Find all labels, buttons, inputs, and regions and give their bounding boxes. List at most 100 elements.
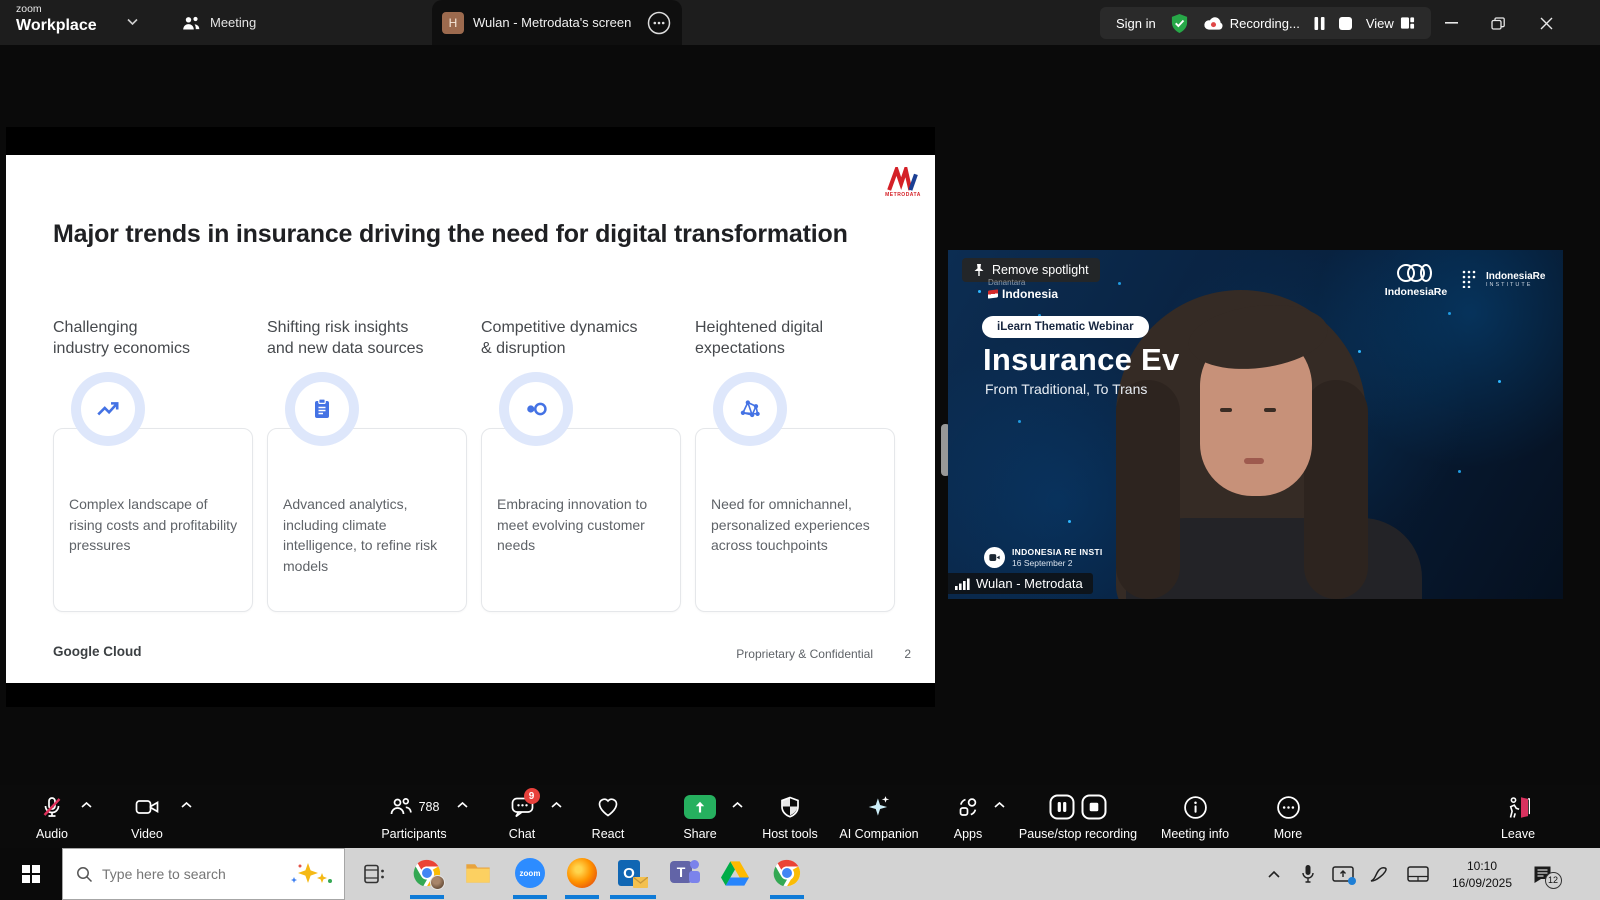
- participants-options-chevron-icon[interactable]: [456, 801, 469, 809]
- column-heading: Heightened digital expectations: [695, 318, 895, 360]
- participant-hair-strand: [1304, 380, 1368, 599]
- metrodata-logo-text: METRODATA: [881, 192, 925, 198]
- three-circles-icon: [1393, 262, 1439, 284]
- tab-shared-screen[interactable]: H Wulan - Metrodata's screen: [432, 0, 682, 45]
- screen-tab-label: Wulan - Metrodata's screen: [473, 15, 637, 30]
- participant-eye: [1220, 408, 1232, 412]
- flag-icon: [988, 290, 998, 299]
- tab-options-ellipsis-icon[interactable]: [646, 10, 672, 36]
- network-icon: [713, 372, 787, 446]
- meeting-toolbar: Audio Video 788 Participants 9 Chat: [0, 785, 1600, 848]
- video-options-chevron-icon[interactable]: [180, 801, 193, 809]
- slide-page-number: 2: [904, 647, 911, 661]
- background-tech-dots: [978, 290, 981, 293]
- share-button[interactable]: Share: [658, 794, 742, 841]
- firefox-icon[interactable]: [566, 857, 598, 889]
- tray-pen-icon[interactable]: [1362, 848, 1396, 900]
- running-indicator-chrome: [410, 895, 444, 899]
- taskbar-search[interactable]: [62, 848, 345, 900]
- more-ellipsis-icon: [1276, 794, 1301, 820]
- zoom-workplace-logo: zoom Workplace: [16, 4, 97, 34]
- meeting-info-button[interactable]: Meeting info: [1153, 794, 1237, 841]
- more-label: More: [1274, 827, 1302, 841]
- danantara-indonesia-logo: Danantara Indonesia: [988, 279, 1058, 301]
- pause-stop-recording-button[interactable]: Pause/stop recording: [992, 794, 1164, 841]
- participants-button[interactable]: 788 Participants: [372, 794, 456, 841]
- presentation-slide: METRODATA Major trends in insurance driv…: [6, 155, 935, 683]
- running-indicator-chrome2: [770, 895, 804, 899]
- leave-button[interactable]: Leave: [1476, 794, 1560, 841]
- host-tools-button[interactable]: Host tools: [748, 794, 832, 841]
- video-button[interactable]: Video: [105, 794, 189, 841]
- stop-recording-toolbar-icon[interactable]: [1081, 794, 1107, 820]
- heart-icon: [596, 794, 620, 820]
- tray-show-hidden-icons[interactable]: [1258, 848, 1290, 900]
- participant-video-tile[interactable]: Remove spotlight Danantara Indonesia Ind…: [948, 250, 1563, 599]
- audio-options-chevron-icon[interactable]: [80, 801, 93, 809]
- titlebar-controls: Sign in Recording... View: [1100, 7, 1431, 39]
- more-button[interactable]: More: [1246, 794, 1330, 841]
- react-button[interactable]: React: [566, 794, 650, 841]
- pause-recording-icon[interactable]: [1314, 17, 1325, 30]
- slide-column-2: Shifting risk insights and new data sour…: [267, 318, 467, 612]
- chat-options-chevron-icon[interactable]: [550, 801, 563, 809]
- webinar-org-block: INDONESIA RE INSTI 16 September 2: [984, 547, 1103, 568]
- participant-lips: [1244, 458, 1264, 464]
- camera-icon: [134, 794, 160, 820]
- teams-icon[interactable]: T: [669, 857, 701, 889]
- tab-meeting[interactable]: Meeting: [168, 0, 270, 45]
- chrome-icon[interactable]: [771, 857, 803, 889]
- host-tools-label: Host tools: [762, 827, 818, 841]
- column-body: Need for omnichannel, personalized exper…: [711, 494, 881, 556]
- signal-bars-icon: [955, 578, 970, 590]
- stop-recording-icon[interactable]: [1339, 17, 1352, 30]
- participant-hair-strand: [1116, 380, 1180, 599]
- tray-screen-share-icon[interactable]: [1326, 848, 1360, 900]
- file-explorer-icon[interactable]: [462, 857, 494, 889]
- outlook-envelope: [633, 877, 648, 888]
- brand-workplace: Workplace: [16, 18, 97, 34]
- sign-in-button[interactable]: Sign in: [1116, 16, 1156, 31]
- share-options-chevron-icon[interactable]: [731, 801, 744, 809]
- task-view-icon[interactable]: [352, 848, 396, 900]
- ai-sparkle-icon: [866, 794, 892, 820]
- start-button[interactable]: [0, 848, 62, 900]
- encryption-shield-icon[interactable]: [1170, 13, 1189, 34]
- clipboard-icon: [285, 372, 359, 446]
- leave-label: Leave: [1501, 827, 1535, 841]
- workspace-chevron-down-icon[interactable]: [126, 18, 139, 26]
- share-screen-icon: [684, 795, 716, 819]
- window-minimize-button[interactable]: [1437, 10, 1465, 36]
- chat-label: Chat: [509, 827, 535, 841]
- outlook-icon[interactable]: O: [617, 857, 649, 889]
- google-cloud-logo: Google Cloud: [53, 644, 142, 659]
- institute-text-sub: INSTITUTE: [1486, 282, 1545, 288]
- zoom-titlebar: zoom Workplace Meeting H Wulan - Metroda…: [0, 0, 1600, 45]
- dot-circle-icon: [499, 372, 573, 446]
- column-heading: Challenging industry economics: [53, 318, 253, 360]
- notification-center[interactable]: 12: [1518, 848, 1566, 900]
- running-indicator-firefox: [565, 895, 599, 899]
- slide-column-3: Competitive dynamics & disruption Embrac…: [481, 318, 681, 612]
- view-button[interactable]: View: [1366, 16, 1415, 31]
- window-maximize-button[interactable]: [1484, 10, 1512, 36]
- slide-column-1: Challenging industry economics Complex l…: [53, 318, 253, 612]
- search-highlights-sparkle-icon[interactable]: [286, 861, 336, 887]
- chrome-profile-icon[interactable]: [411, 857, 443, 889]
- view-layout-icon: [1400, 16, 1415, 30]
- audio-label: Audio: [36, 827, 68, 841]
- record-label: Pause/stop recording: [1019, 827, 1137, 841]
- zoom-app-icon[interactable]: zoom: [514, 857, 546, 889]
- windows-logo-icon: [22, 865, 40, 883]
- brand-zoom: zoom: [16, 4, 97, 15]
- mic-muted-icon: [40, 794, 64, 820]
- search-input[interactable]: [102, 866, 277, 882]
- column-body: Complex landscape of rising costs and pr…: [69, 494, 239, 556]
- tray-microphone-icon[interactable]: [1292, 848, 1324, 900]
- google-drive-icon[interactable]: [719, 857, 751, 889]
- window-close-button[interactable]: [1532, 10, 1560, 36]
- recording-indicator[interactable]: Recording...: [1203, 16, 1300, 31]
- org-date: 16 September 2: [1012, 558, 1103, 568]
- ai-companion-button[interactable]: AI Companion: [837, 794, 921, 841]
- pause-recording-toolbar-icon[interactable]: [1049, 794, 1075, 820]
